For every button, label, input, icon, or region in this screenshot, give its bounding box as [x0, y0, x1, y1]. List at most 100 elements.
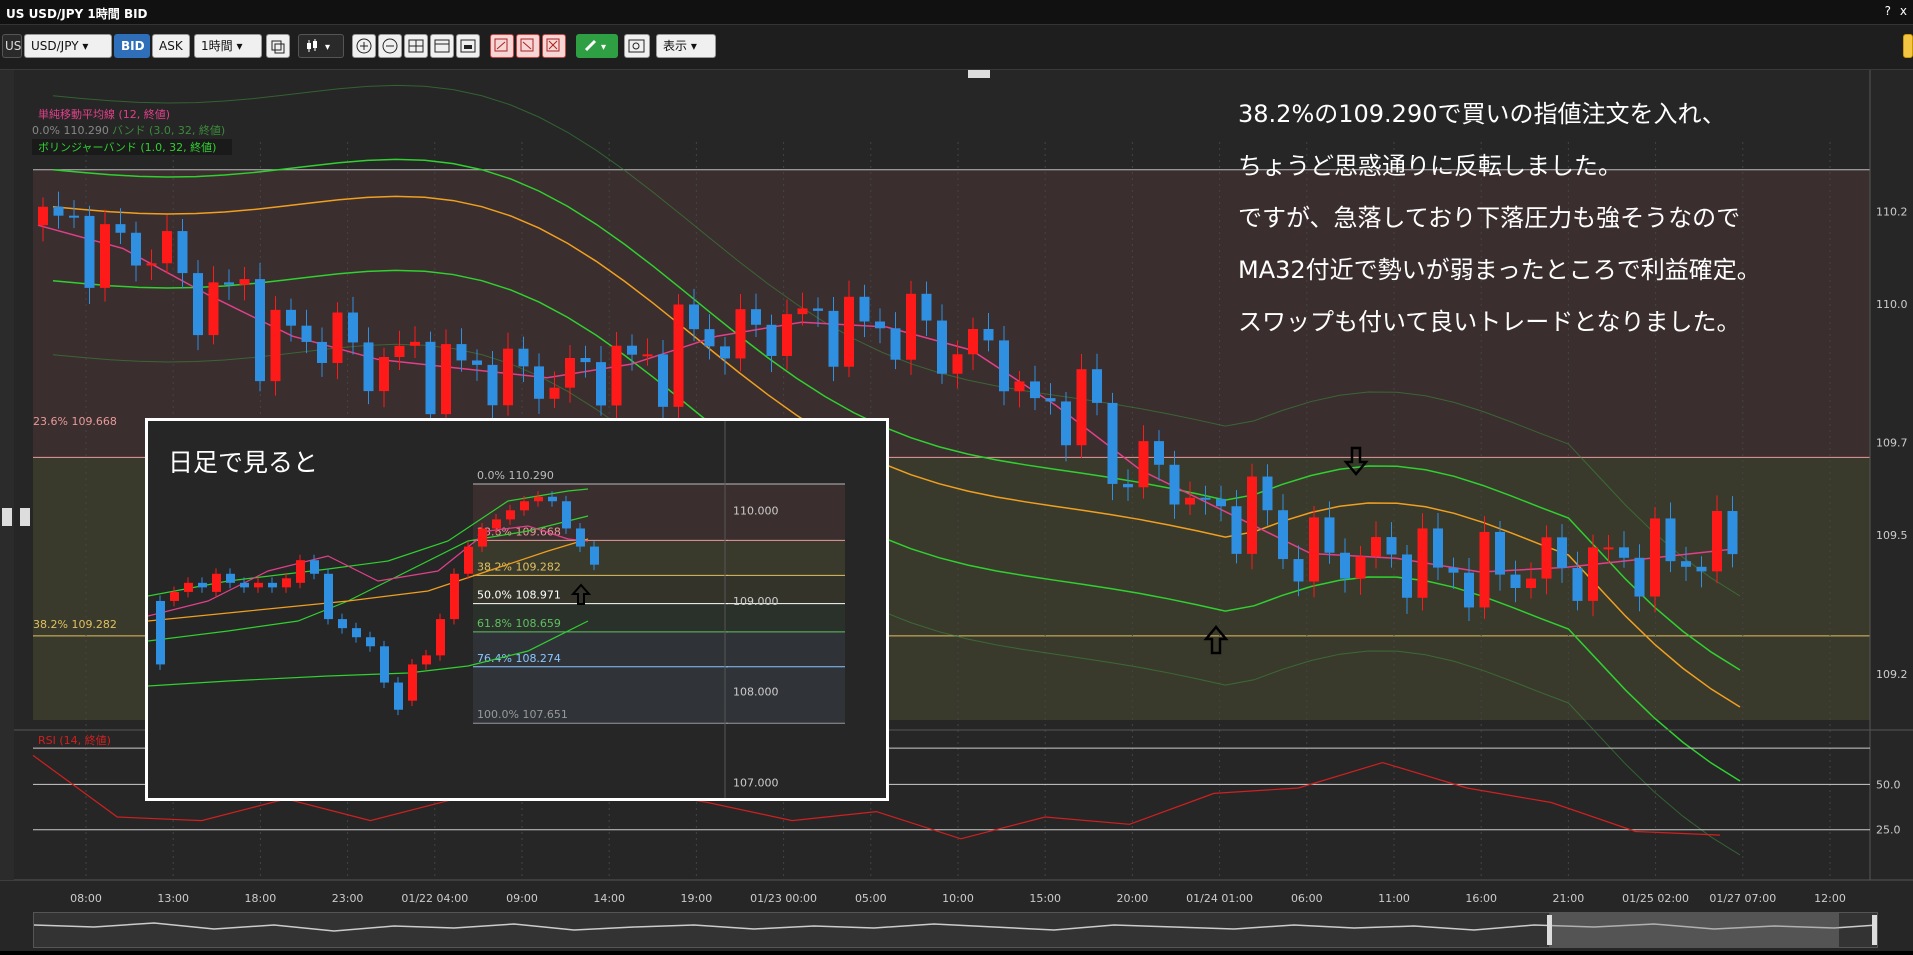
candle-body	[859, 296, 870, 322]
inset-candle-body	[366, 637, 375, 647]
legend-boll: ボリンジャーバンド (1.0, 32, 終値)	[38, 140, 216, 154]
left-margin	[0, 70, 14, 880]
help-button[interactable]: ?	[1885, 4, 1891, 18]
draw-tool-2[interactable]	[516, 34, 540, 58]
time-tick: 16:00	[1465, 892, 1497, 905]
candle-body	[549, 387, 560, 399]
screenshot-icon	[628, 39, 645, 53]
layout-button-1[interactable]	[404, 34, 428, 58]
inset-candle-body	[296, 560, 305, 583]
price-tick: 110.2	[1876, 205, 1908, 218]
candle-body	[1045, 398, 1056, 402]
copy-chart-button[interactable]	[266, 34, 290, 58]
candle-body	[487, 364, 498, 406]
screenshot-button[interactable]	[624, 34, 650, 58]
price-tick: 109.5	[1876, 529, 1908, 542]
zoom-in-button[interactable]	[352, 34, 376, 58]
candle-body	[1293, 559, 1304, 582]
inset-fib-label: 38.2% 109.282	[477, 560, 561, 573]
zoom-out-button[interactable]	[378, 34, 402, 58]
timeframe-select[interactable]: 1時間	[194, 34, 262, 58]
candle-body	[301, 325, 312, 342]
copy-icon	[271, 40, 285, 54]
chart-navigator[interactable]	[33, 912, 1878, 948]
inset-candle-body	[394, 682, 403, 710]
candle-body	[937, 320, 947, 374]
inset-candle-body	[422, 655, 431, 665]
inset-candle-body	[436, 619, 445, 656]
navigator-left-handle[interactable]	[1547, 915, 1552, 945]
time-tick: 13:00	[157, 892, 189, 905]
symbol-select[interactable]: USD/JPY	[24, 34, 112, 58]
inset-candle-body	[380, 646, 389, 683]
candle-body	[53, 206, 64, 216]
inset-title: 日足で見ると	[168, 448, 319, 477]
candle-body	[1681, 561, 1691, 567]
grid-icon	[408, 39, 424, 53]
time-tick: 12:00	[1814, 892, 1846, 905]
candle-body	[239, 279, 250, 285]
time-tick: 18:00	[245, 892, 277, 905]
annotation-line-5: スワップも付いて良いトレードとなりました。	[1238, 308, 1741, 336]
top-collapse-handle	[968, 70, 990, 78]
candle-body	[1076, 369, 1087, 446]
candle-body	[766, 324, 777, 356]
side-panel-toggle[interactable]	[1903, 34, 1913, 58]
time-tick: 08:00	[70, 892, 102, 905]
ask-button[interactable]: ASK	[152, 34, 190, 58]
candle-body	[1355, 556, 1366, 579]
left-scroll-handle-2	[20, 508, 30, 526]
bid-button[interactable]: BID	[114, 34, 150, 58]
draw-tool-3[interactable]	[542, 34, 566, 58]
window-titlebar: US USD/JPY 1時間 BID ? x	[0, 0, 1913, 25]
candle-body	[751, 309, 761, 325]
price-tick: 109.7	[1876, 437, 1908, 450]
candle-body	[1433, 528, 1443, 568]
layout-button-3[interactable]	[456, 34, 480, 58]
draw-tool-1[interactable]	[490, 34, 514, 58]
candle-body	[627, 345, 637, 355]
navigator-svg[interactable]	[33, 913, 1878, 947]
candle-body	[363, 342, 374, 392]
candle-body	[1464, 572, 1474, 608]
inset-candle-body	[576, 528, 585, 547]
time-tick: 05:00	[855, 892, 887, 905]
layout-button-2[interactable]	[430, 34, 454, 58]
rsi-tick: 25.0	[1876, 824, 1901, 837]
time-tick: 23:00	[332, 892, 364, 905]
svg-text:▾: ▾	[601, 42, 606, 53]
panel-icon	[434, 39, 450, 53]
candle-body	[534, 366, 544, 399]
view-menu-button[interactable]: 表示	[656, 34, 716, 58]
pen-tool-select[interactable]: ▾	[576, 34, 618, 58]
inset-candle-body	[324, 573, 333, 620]
candle-body	[999, 340, 1009, 392]
inset-candle-body	[562, 501, 571, 529]
inset-candle-body	[492, 519, 501, 529]
symbol-tab[interactable]: US	[2, 34, 22, 58]
inset-candle-body	[198, 582, 207, 588]
candle-body	[1200, 497, 1211, 500]
close-button[interactable]: x	[1900, 4, 1907, 18]
candle-body	[379, 357, 389, 392]
candle-body	[1526, 578, 1536, 588]
window-title: US USD/JPY 1時間 BID	[6, 7, 148, 21]
candle-body	[1402, 554, 1412, 598]
candle-body	[472, 360, 482, 365]
candle-body	[1479, 531, 1490, 608]
legend-boll-ghost: バンド (3.0, 32, 終値)	[112, 123, 225, 137]
rsi-tick: 50.0	[1876, 778, 1901, 791]
candle-body	[193, 273, 203, 336]
candle-body	[1665, 518, 1676, 562]
candle-body	[1588, 547, 1598, 601]
candle-body	[1557, 537, 1567, 568]
navigator-right-handle[interactable]	[1872, 915, 1877, 945]
inset-candle-body	[534, 496, 543, 502]
inset-candle-body	[548, 496, 557, 502]
price-tick: 110.0	[1876, 298, 1908, 311]
candle-body	[115, 224, 126, 233]
candle-type-select[interactable]: ▾	[298, 34, 344, 58]
candle-body	[410, 341, 420, 346]
inset-candle-body	[464, 546, 473, 574]
navigator-window[interactable]	[1549, 913, 1839, 947]
